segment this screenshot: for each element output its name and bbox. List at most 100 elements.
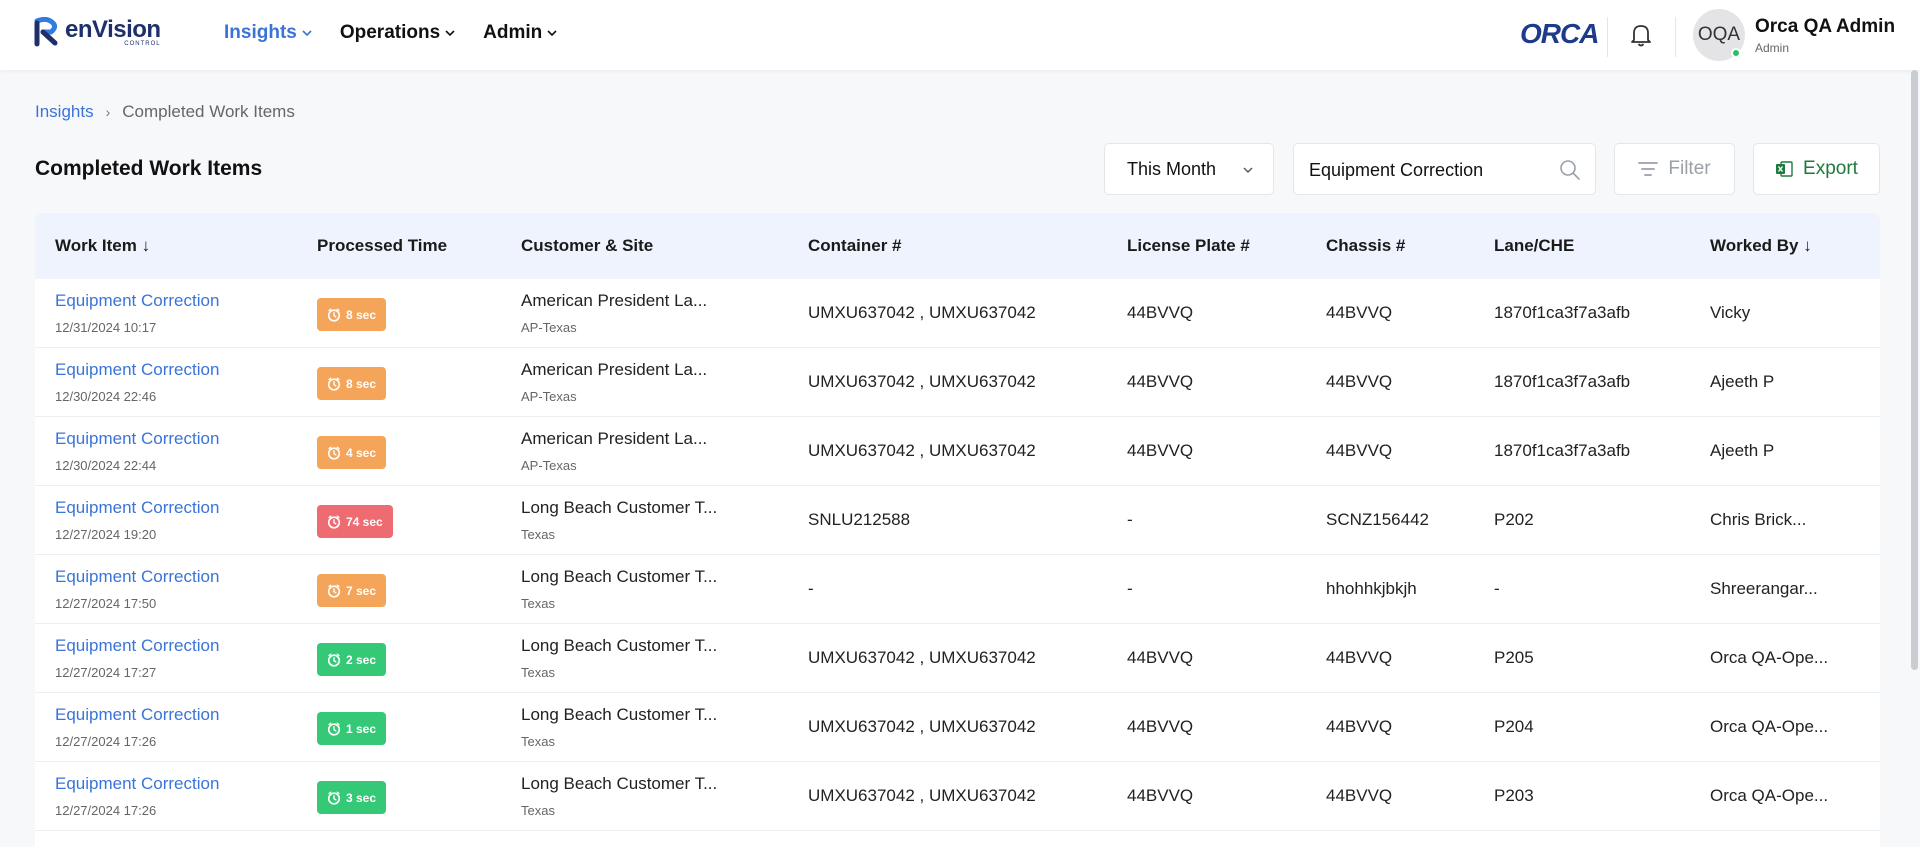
table-row[interactable]: Equipment Correction 12/27/2024 17:26 1 se… — [35, 693, 1880, 762]
chevron-right-icon: › — [105, 104, 111, 120]
license-plate: 44BVVQ — [1127, 372, 1194, 391]
container-number: UMXU637042 , UMXU637042 — [808, 717, 1036, 736]
table-row[interactable]: Equipment Correction 12/27/2024 17:26 3 se… — [35, 762, 1880, 831]
lane-che: P202 — [1494, 510, 1534, 529]
customer-name: Long Beach Customer T... — [521, 705, 718, 724]
customer-name: American President La... — [521, 291, 708, 310]
container-number: SNLU212588 — [808, 510, 911, 529]
chevron-down-icon — [302, 30, 312, 37]
license-plate: - — [1127, 510, 1133, 529]
site-name: AP-Texas — [521, 458, 577, 473]
nav-admin[interactable]: Admin — [483, 22, 557, 44]
user-name[interactable]: Orca QA Admin — [1755, 16, 1895, 38]
container-number: UMXU637042 , UMXU637042 — [808, 786, 1036, 805]
chassis-number: 44BVVQ — [1326, 441, 1393, 460]
customer-name: American President La... — [521, 360, 708, 379]
work-item-link[interactable]: Equipment Correction — [55, 291, 219, 311]
filter-button[interactable]: Filter — [1614, 143, 1735, 195]
worked-by: Orca QA-Ope... — [1710, 648, 1829, 667]
export-button[interactable]: Export — [1753, 143, 1880, 195]
breadcrumb: Insights › Completed Work Items — [35, 102, 295, 122]
worked-by: Ajeeth P — [1710, 372, 1775, 391]
table-row[interactable]: Equipment Correction 12/27/2024 19:20 74 s… — [35, 486, 1880, 555]
work-item-link[interactable]: Equipment Correction — [55, 636, 219, 656]
site-name: AP-Texas — [521, 320, 577, 335]
worked-by: Shreerangar... — [1710, 579, 1818, 598]
nav-insights[interactable]: Insights — [224, 22, 312, 44]
license-plate: 44BVVQ — [1127, 717, 1194, 736]
export-button-label: Export — [1803, 158, 1858, 179]
work-item-date: 12/27/2024 17:26 — [55, 734, 157, 749]
container-number: UMXU637042 , UMXU637042 — [808, 303, 1036, 322]
lane-che: P204 — [1494, 717, 1534, 736]
chevron-down-icon — [445, 30, 455, 37]
chassis-number: 44BVVQ — [1326, 303, 1393, 322]
bell-icon[interactable] — [1629, 22, 1653, 48]
clock-icon — [327, 308, 341, 322]
table-row[interactable]: Equipment Correction 12/30/2024 22:44 4 se… — [35, 417, 1880, 486]
column-header-chassis: Chassis # — [1326, 236, 1406, 255]
top-navbar: enVision CONTROL Insights Operations Adm… — [0, 0, 1920, 70]
customer-name: Long Beach Customer T... — [521, 567, 718, 586]
table-row[interactable]: Equipment Correction 12/27/2024 17:50 7 se… — [35, 555, 1880, 624]
processed-time-badge: 7 sec — [317, 574, 387, 607]
logo-text: enVision — [65, 15, 161, 43]
work-item-date: 12/31/2024 10:17 — [55, 320, 157, 335]
container-number: UMXU637042 , UMXU637042 — [808, 372, 1036, 391]
container-number: UMXU637042 , UMXU637042 — [808, 441, 1036, 460]
page-title: Completed Work Items — [35, 157, 263, 180]
column-header-lane-che: Lane/CHE — [1494, 236, 1575, 255]
nav-admin-label: Admin — [483, 22, 543, 43]
orca-logo: ORCA — [1520, 18, 1599, 49]
chassis-number: 44BVVQ — [1326, 717, 1393, 736]
chassis-number: SCNZ156442 — [1326, 510, 1430, 529]
lane-che: P203 — [1494, 786, 1534, 805]
site-name: Texas — [521, 596, 555, 611]
work-item-link[interactable]: Equipment Correction — [55, 429, 219, 449]
container-number: - — [808, 579, 814, 598]
work-item-date: 12/30/2024 22:44 — [55, 458, 157, 473]
lane-che: - — [1494, 579, 1500, 598]
nav-operations[interactable]: Operations — [340, 22, 455, 44]
work-item-date: 12/27/2024 17:26 — [55, 803, 157, 818]
period-select[interactable]: This Month — [1104, 143, 1274, 195]
avatar[interactable]: OQA — [1693, 9, 1745, 61]
table-row[interactable]: Equipment Correction 12/31/2024 10:17 8 se… — [35, 279, 1880, 348]
customer-name: Long Beach Customer T... — [521, 774, 718, 793]
processed-time-value: 3 sec — [346, 790, 377, 805]
license-plate: 44BVVQ — [1127, 786, 1194, 805]
chassis-number: 44BVVQ — [1326, 648, 1393, 667]
column-header-worked-by[interactable]: Worked By ↓ — [1710, 236, 1812, 256]
column-header-work-item[interactable]: Work Item ↓ — [55, 236, 150, 256]
processed-time-value: 8 sec — [346, 307, 377, 322]
license-plate: - — [1127, 579, 1133, 598]
site-name: Texas — [521, 734, 555, 749]
work-item-link[interactable]: Equipment Correction — [55, 705, 219, 725]
work-item-link[interactable]: Equipment Correction — [55, 498, 219, 518]
license-plate: 44BVVQ — [1127, 648, 1194, 667]
work-item-link[interactable]: Equipment Correction — [55, 360, 219, 380]
table-row[interactable]: Equipment Correction 12/30/2024 22:46 8 se… — [35, 348, 1880, 417]
filter-button-label: Filter — [1668, 158, 1711, 179]
breadcrumb-insights[interactable]: Insights — [35, 102, 94, 122]
processed-time-badge: 8 sec — [317, 298, 387, 331]
column-header-container: Container # — [808, 236, 902, 255]
site-name: AP-Texas — [521, 389, 577, 404]
avatar-initials: OQA — [1697, 24, 1741, 45]
processed-time-badge: 74 sec — [317, 505, 393, 538]
envision-logo[interactable]: enVision CONTROL — [33, 17, 161, 47]
page-scrollbar[interactable] — [1911, 70, 1918, 670]
work-item-date: 12/30/2024 22:46 — [55, 389, 157, 404]
work-item-link[interactable]: Equipment Correction — [55, 774, 219, 794]
table-row[interactable]: Equipment Correction 12/27/2024 17:27 2 se… — [35, 624, 1880, 693]
work-item-link[interactable]: Equipment Correction — [55, 567, 219, 587]
search-icon[interactable] — [1559, 159, 1581, 181]
work-items-table: Work Item ↓ Processed Time Customer & Si… — [35, 213, 1880, 847]
search-input[interactable] — [1309, 158, 1549, 182]
clock-icon — [327, 446, 341, 460]
container-number: UMXU637042 , UMXU637042 — [808, 648, 1036, 667]
processed-time-badge: 8 sec — [317, 367, 387, 400]
processed-time-value: 8 sec — [346, 376, 377, 391]
site-name: Texas — [521, 803, 555, 818]
processed-time-badge: 3 sec — [317, 781, 387, 814]
